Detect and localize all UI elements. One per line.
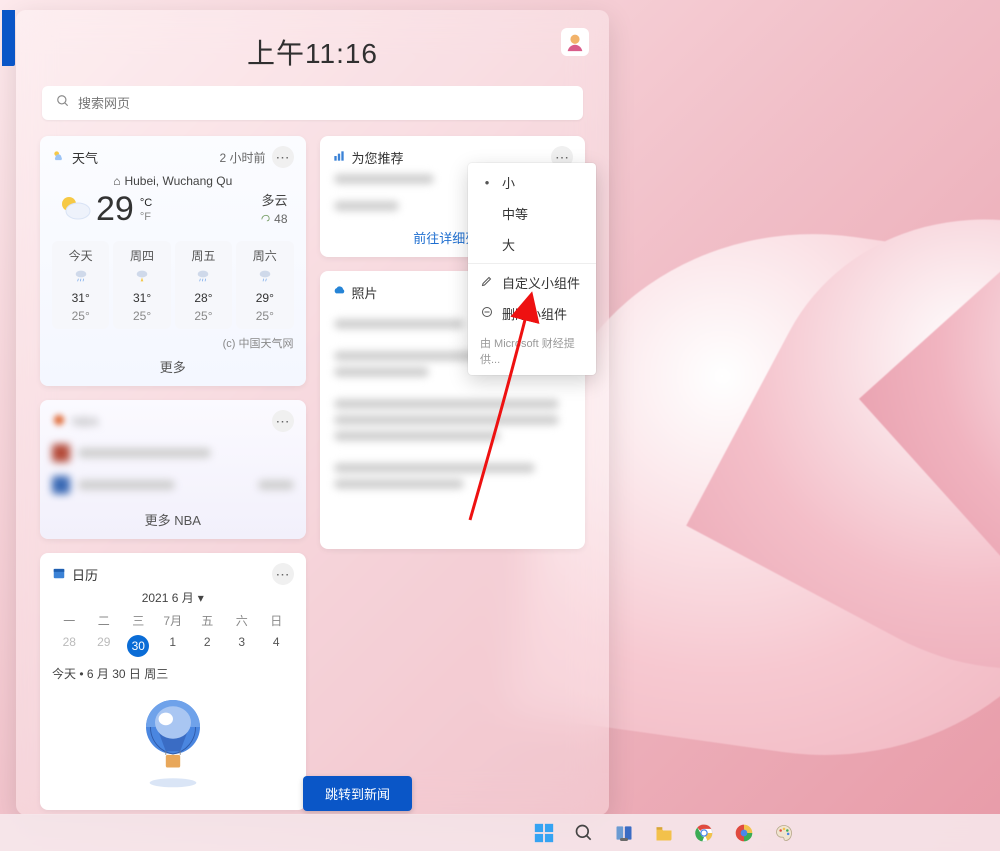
menu-size-large[interactable]: 大	[468, 229, 596, 260]
forecast-day[interactable]: 周四 31° 25°	[113, 241, 170, 329]
calendar-more-button[interactable]: ⋯	[272, 563, 294, 585]
desktop-stub	[0, 240, 14, 280]
weather-age: 2 小时前	[219, 149, 265, 166]
menu-size-medium[interactable]: 中等	[468, 198, 596, 229]
weather-credit: (c) 中国天气网	[52, 335, 294, 351]
pencil-icon	[480, 275, 494, 290]
widget-context-menu: • 小 中等 大 自定义小组件 删除小组件 由 Microsoft 财经提供..…	[468, 163, 596, 375]
paint-button[interactable]	[773, 822, 795, 844]
search-bar[interactable]	[42, 86, 583, 120]
chart-icon	[332, 149, 346, 166]
menu-size-small[interactable]: • 小	[468, 167, 596, 198]
temp-unit-toggle[interactable]: °C °F	[140, 196, 152, 224]
remove-icon	[480, 306, 494, 321]
calendar-title: 日历	[72, 565, 98, 584]
calendar-day[interactable]: 28	[52, 635, 87, 657]
search-input[interactable]	[78, 96, 569, 111]
sports-widget[interactable]: NBA ⋯	[40, 400, 306, 539]
photos-title: 照片	[352, 283, 378, 302]
forecast-day[interactable]: 今天 31° 25°	[52, 241, 109, 329]
calendar-day[interactable]: 29	[87, 635, 122, 657]
weather-more-link[interactable]: 更多	[52, 357, 294, 376]
menu-remove-widget[interactable]: 删除小组件	[468, 298, 596, 329]
calendar-day[interactable]: 3	[225, 635, 260, 657]
file-explorer-button[interactable]	[653, 822, 675, 844]
user-avatar[interactable]	[561, 28, 589, 56]
calendar-grid: 一 二 三 7月 五 六 日 28 29 30 1 2 3 4	[52, 612, 294, 657]
menu-separator	[468, 263, 596, 264]
weather-more-button[interactable]: ⋯	[272, 146, 294, 168]
forecast-day[interactable]: 周五 28° 25°	[175, 241, 232, 329]
browser-button[interactable]	[733, 822, 755, 844]
weather-widget[interactable]: 天气 2 小时前 ⋯ ⌂ Hubei, Wuchang Qu 29	[40, 136, 306, 386]
weather-temp: 29	[96, 190, 134, 229]
bullet-icon: •	[480, 175, 494, 190]
calendar-illustration	[52, 690, 294, 800]
weather-icon	[52, 149, 66, 166]
calendar-widget[interactable]: 日历 ⋯ 2021 6 月 ▾ 一 二 三 7月 五 六 日 28	[40, 553, 306, 810]
calendar-day[interactable]: 4	[259, 635, 294, 657]
widgets-panel: 上午11:16 天气 2 小时前 ⋯ ⌂	[16, 10, 609, 815]
home-icon: ⌂	[113, 174, 120, 188]
chevron-down-icon: ▾	[198, 591, 204, 605]
basketball-icon	[52, 413, 66, 430]
calendar-day[interactable]: 1	[156, 635, 191, 657]
sports-scores-blurred	[52, 432, 294, 504]
weather-location: Hubei, Wuchang Qu	[124, 174, 232, 188]
calendar-day-today[interactable]: 30	[121, 635, 156, 657]
forecast-day[interactable]: 周六 29° 25°	[236, 241, 293, 329]
weather-aqi: 48	[260, 210, 287, 228]
calendar-today-summary: 今天 • 6 月 30 日 周三	[52, 665, 294, 682]
onedrive-icon	[332, 284, 346, 301]
calendar-day[interactable]: 2	[190, 635, 225, 657]
calendar-icon	[52, 566, 66, 583]
sports-more-link[interactable]: 更多 NBA	[52, 510, 294, 529]
taskbar-search-button[interactable]	[573, 822, 595, 844]
go-to-news-button[interactable]: 跳转到新闻	[303, 776, 412, 811]
weather-title: 天气	[72, 148, 98, 167]
panel-active-indicator	[2, 10, 15, 66]
sports-more-button[interactable]: ⋯	[272, 410, 294, 432]
recommend-title: 为您推荐	[352, 148, 404, 167]
sports-title: NBA	[72, 414, 99, 429]
start-button[interactable]	[533, 822, 555, 844]
panel-clock: 上午11:16	[34, 32, 591, 72]
sun-cloud-icon	[58, 193, 92, 226]
menu-provider-footer: 由 Microsoft 财经提供...	[468, 329, 596, 371]
taskbar	[0, 814, 1000, 851]
search-icon	[56, 94, 70, 113]
weather-condition: 多云	[260, 192, 287, 210]
chrome-button[interactable]	[693, 822, 715, 844]
menu-customize-widget[interactable]: 自定义小组件	[468, 267, 596, 298]
calendar-month-picker[interactable]: 2021 6 月 ▾	[52, 589, 294, 606]
